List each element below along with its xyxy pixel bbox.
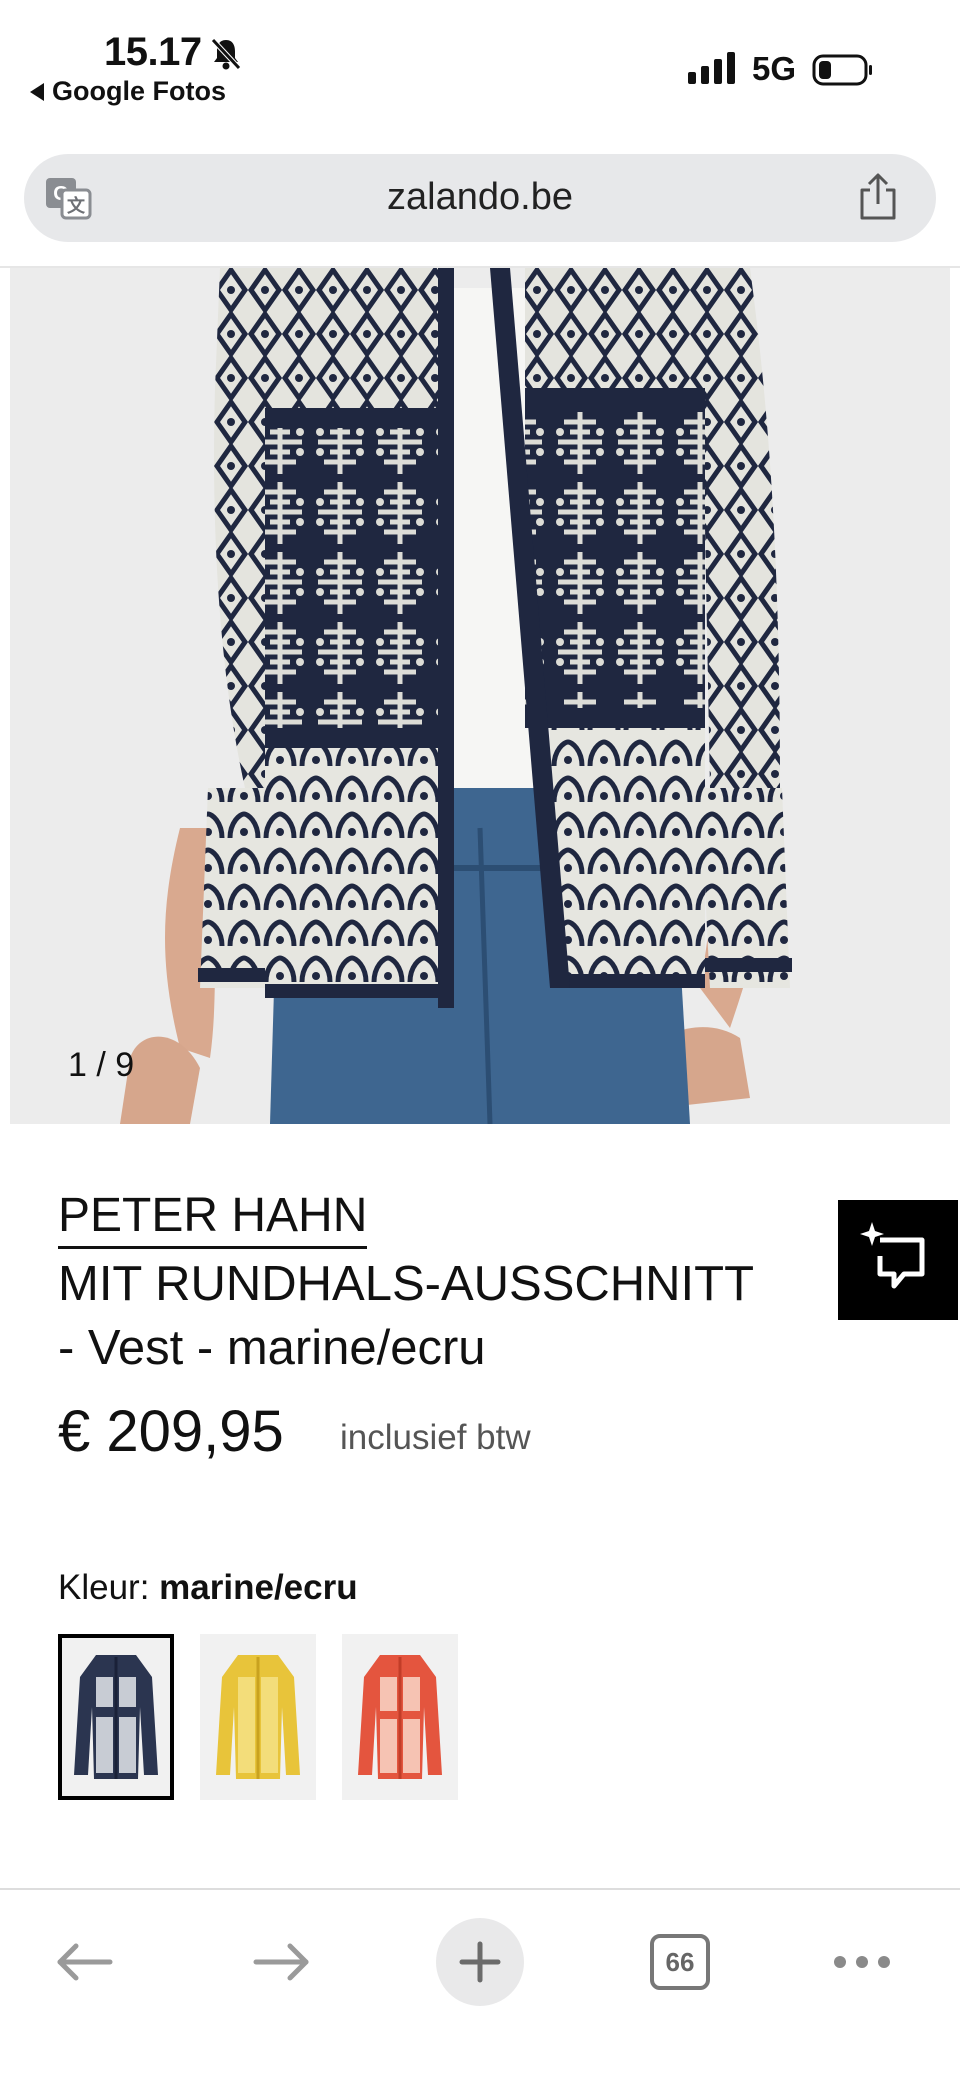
signal-bars-icon [688,52,735,84]
visual-search-button[interactable] [838,1200,958,1320]
battery-icon [812,54,872,86]
arrow-right-icon [253,1943,309,1981]
network-type: 5G [752,50,797,87]
sparkle-crop-icon [860,1222,925,1289]
back-app-label: Google Fotos [52,76,226,106]
forward-button[interactable] [242,1924,322,2000]
status-time: 15.17 [104,30,202,74]
bell-muted-icon [211,38,241,70]
swatch-red[interactable] [342,1634,458,1800]
more-menu-button[interactable] [832,1924,892,2000]
ellipsis-icon [834,1956,890,1968]
color-value: marine/ecru [159,1568,358,1607]
product-photo [10,268,950,1124]
cardigan-thumbnail-navy [74,1655,158,1779]
url-text[interactable]: zalando.be [24,176,936,219]
swatch-marine-ecru[interactable] [58,1634,174,1800]
brand-link[interactable]: PETER HAHN [58,1188,368,1249]
new-tab-button[interactable] [436,1918,524,2006]
product-title: MIT RUNDHALS-AUSSCHNITT - Vest - marine/… [58,1257,755,1375]
price-vat-note: inclusief btw [340,1418,531,1457]
status-bar: 15.17 Google Fotos 5G [0,0,960,140]
cardigan-thumbnail-yellow [216,1655,300,1779]
address-bar[interactable]: G 文 zalando.be [24,154,936,242]
tab-switcher-button[interactable]: 66 [650,1934,710,1990]
back-triangle-icon [30,82,44,101]
image-counter: 1 / 9 [68,1046,135,1084]
back-to-app-link[interactable]: Google Fotos [30,76,226,107]
swatch-yellow[interactable] [200,1634,316,1800]
share-icon[interactable] [856,172,900,222]
product-image-carousel[interactable]: 1 / 9 [10,268,950,1124]
browser-toolbar: 66 [0,1888,960,2083]
cardigan-thumbnail-red [358,1655,442,1779]
arrow-left-icon [57,1943,113,1981]
color-swatches [58,1634,458,1800]
plus-icon [459,1941,501,1983]
back-button[interactable] [44,1924,124,2000]
color-selection-label: Kleur: marine/ecru [58,1568,358,1608]
product-price: € 209,95 [58,1399,284,1464]
color-label: Kleur: [58,1568,150,1607]
